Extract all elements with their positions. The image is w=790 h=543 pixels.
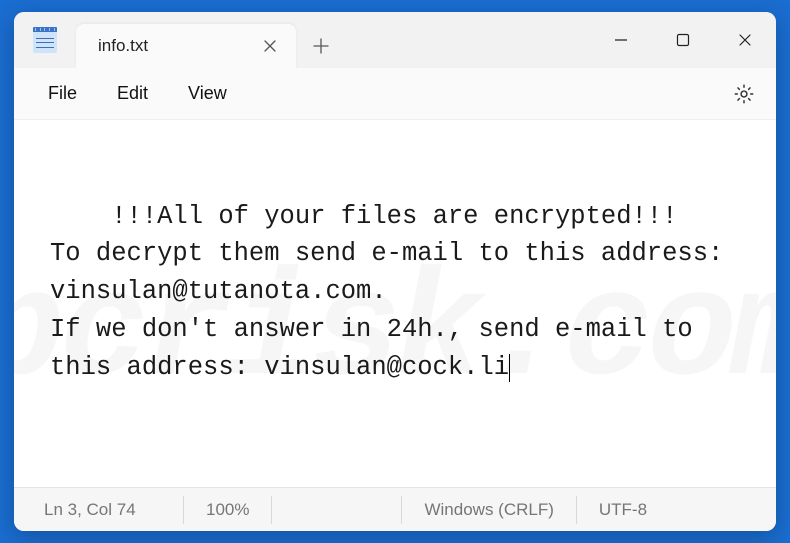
close-icon [738, 33, 752, 47]
status-spacer [272, 496, 402, 524]
close-icon [264, 40, 276, 52]
new-tab-button[interactable] [296, 24, 346, 68]
plus-icon [313, 38, 329, 54]
tabs: info.txt [76, 12, 346, 68]
status-encoding: UTF-8 [577, 496, 669, 524]
minimize-button[interactable] [590, 12, 652, 68]
editor-content: !!!All of your files are encrypted!!! To… [50, 202, 739, 382]
window-controls [590, 12, 776, 68]
minimize-icon [614, 33, 628, 47]
status-zoom[interactable]: 100% [184, 496, 272, 524]
status-line-ending: Windows (CRLF) [402, 496, 576, 524]
settings-button[interactable] [730, 80, 758, 108]
caret [509, 354, 510, 382]
status-position: Ln 3, Col 74 [14, 496, 184, 524]
notepad-icon [33, 27, 57, 53]
statusbar: Ln 3, Col 74 100% Windows (CRLF) UTF-8 [14, 487, 776, 531]
menu-view[interactable]: View [168, 75, 247, 112]
titlebar: info.txt [14, 12, 776, 68]
menu-edit[interactable]: Edit [97, 75, 168, 112]
app-icon-container [14, 12, 76, 68]
menu-file[interactable]: File [28, 75, 97, 112]
maximize-button[interactable] [652, 12, 714, 68]
close-window-button[interactable] [714, 12, 776, 68]
tab-close-button[interactable] [258, 34, 282, 58]
tab-info-txt[interactable]: info.txt [76, 24, 296, 68]
text-editor[interactable]: !!!All of your files are encrypted!!! To… [14, 120, 776, 487]
menubar: File Edit View [14, 68, 776, 120]
tab-title: info.txt [98, 36, 148, 56]
notepad-window: info.txt File Edit View [14, 12, 776, 531]
gear-icon [733, 83, 755, 105]
maximize-icon [676, 33, 690, 47]
